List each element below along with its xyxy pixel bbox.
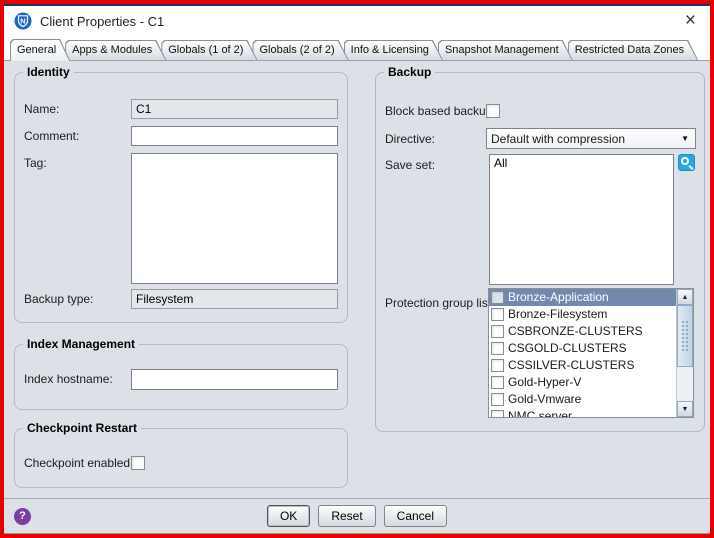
protection-group-checkbox[interactable] [491,376,504,389]
window-title: Client Properties - C1 [40,14,164,29]
protection-group-checkbox[interactable] [491,291,504,304]
protection-group-label: NMC server [508,408,572,417]
index-management-group-title: Index Management [23,337,139,351]
protection-group-row[interactable]: NMC server [489,408,676,417]
scrollbar[interactable]: ▲ ▼ [676,289,693,417]
protection-group-label: CSBRONZE-CLUSTERS [508,323,643,340]
save-set-field[interactable]: All [489,154,674,285]
tab-info-licensing[interactable]: Info & Licensing [344,40,443,60]
protection-group-checkbox[interactable] [491,325,504,338]
protection-group-checkbox[interactable] [491,342,504,355]
checkpoint-enabled-checkbox[interactable] [131,456,145,470]
index-management-group: Index Management Index hostname: [14,344,348,410]
protection-group-label: Gold-Hyper-V [508,374,581,391]
block-based-backup-label: Block based backup: [385,101,496,121]
protection-group-row[interactable]: CSGOLD-CLUSTERS [489,340,676,357]
protection-group-checkbox[interactable] [491,308,504,321]
ok-button[interactable]: OK [267,505,310,527]
tag-field[interactable] [131,153,338,284]
tab-globals-2[interactable]: Globals (2 of 2) [252,40,348,60]
comment-field[interactable] [131,126,338,146]
tab-label: Apps & Modules [72,44,152,56]
protection-group-row[interactable]: Gold-Vmware [489,391,676,408]
reset-button[interactable]: Reset [318,505,375,527]
name-label: Name: [24,99,59,119]
tab-label: Globals (1 of 2) [168,44,243,56]
backup-type-field[interactable] [131,289,338,309]
protection-group-checkbox[interactable] [491,393,504,406]
checkpoint-enabled-label: Checkpoint enabled: [24,453,133,473]
tab-restricted-data-zones[interactable]: Restricted Data Zones [568,40,698,60]
save-set-label: Save set: [385,155,435,175]
protection-group-row[interactable]: Gold-Hyper-V [489,374,676,391]
protection-group-row[interactable]: CSBRONZE-CLUSTERS [489,323,676,340]
button-group: OK Reset Cancel [267,505,447,527]
protection-group-label: Bronze-Filesystem [508,306,607,323]
comment-label: Comment: [24,126,79,146]
protection-group-row[interactable]: Bronze-Filesystem [489,306,676,323]
block-based-backup-checkbox[interactable] [486,104,500,118]
scrollbar-up-button[interactable]: ▲ [677,289,693,305]
tab-label: General [17,44,56,56]
protection-group-row[interactable]: Bronze-Application [489,289,676,306]
protection-group-list-label: Protection group list: [385,293,494,313]
protection-group-list: Bronze-Application Bronze-Filesystem CSB… [488,288,694,418]
tab-label: Globals (2 of 2) [259,44,334,56]
tab-label: Info & Licensing [351,44,429,56]
save-set-search-button[interactable] [678,154,695,171]
scrollbar-thumb[interactable] [677,305,693,367]
identity-group: Identity Name: Comment: Tag: Backup type… [14,72,348,323]
tab-globals-1[interactable]: Globals (1 of 2) [161,40,257,60]
tab-strip: General Apps & Modules Globals (1 of 2) … [4,36,710,61]
tag-label: Tag: [24,153,47,173]
protection-group-checkbox[interactable] [491,410,504,417]
checkpoint-restart-group-title: Checkpoint Restart [23,421,141,435]
directive-label: Directive: [385,129,435,149]
name-field[interactable] [131,99,338,119]
cancel-button[interactable]: Cancel [384,505,447,527]
protection-group-label: Bronze-Application [508,289,609,306]
scrollbar-down-button[interactable]: ▼ [677,401,693,417]
close-icon[interactable]: × [681,13,700,29]
tab-label: Restricted Data Zones [575,44,684,56]
search-icon [681,157,689,165]
protection-group-row[interactable]: CSSILVER-CLUSTERS [489,357,676,374]
backup-group-title: Backup [384,65,435,79]
tab-apps-modules[interactable]: Apps & Modules [65,40,166,60]
directive-value: Default with compression [491,132,675,146]
client-properties-dialog: N Client Properties - C1 × General Apps … [0,0,714,538]
footer-bar: ? OK Reset Cancel [4,498,710,534]
tab-snapshot-management[interactable]: Snapshot Management [438,40,573,60]
index-hostname-label: Index hostname: [24,369,113,389]
title-bar: N Client Properties - C1 × [4,4,710,36]
index-hostname-field[interactable] [131,369,338,390]
backup-type-label: Backup type: [24,289,93,309]
svg-text:N: N [20,17,25,26]
protection-group-label: CSGOLD-CLUSTERS [508,340,627,357]
directive-dropdown[interactable]: Default with compression ▼ [486,128,696,149]
protection-group-rows: Bronze-Application Bronze-Filesystem CSB… [489,289,676,417]
checkpoint-restart-group: Checkpoint Restart Checkpoint enabled: [14,428,348,488]
protection-group-label: Gold-Vmware [508,391,581,408]
backup-group: Backup Block based backup: Directive: De… [375,72,705,432]
protection-group-label: CSSILVER-CLUSTERS [508,357,634,374]
protection-group-checkbox[interactable] [491,359,504,372]
tab-label: Snapshot Management [445,44,559,56]
networker-shield-icon: N [14,12,32,30]
help-icon[interactable]: ? [14,508,31,525]
chevron-down-icon: ▼ [681,134,689,143]
identity-group-title: Identity [23,65,74,79]
tab-general[interactable]: General [10,39,70,61]
